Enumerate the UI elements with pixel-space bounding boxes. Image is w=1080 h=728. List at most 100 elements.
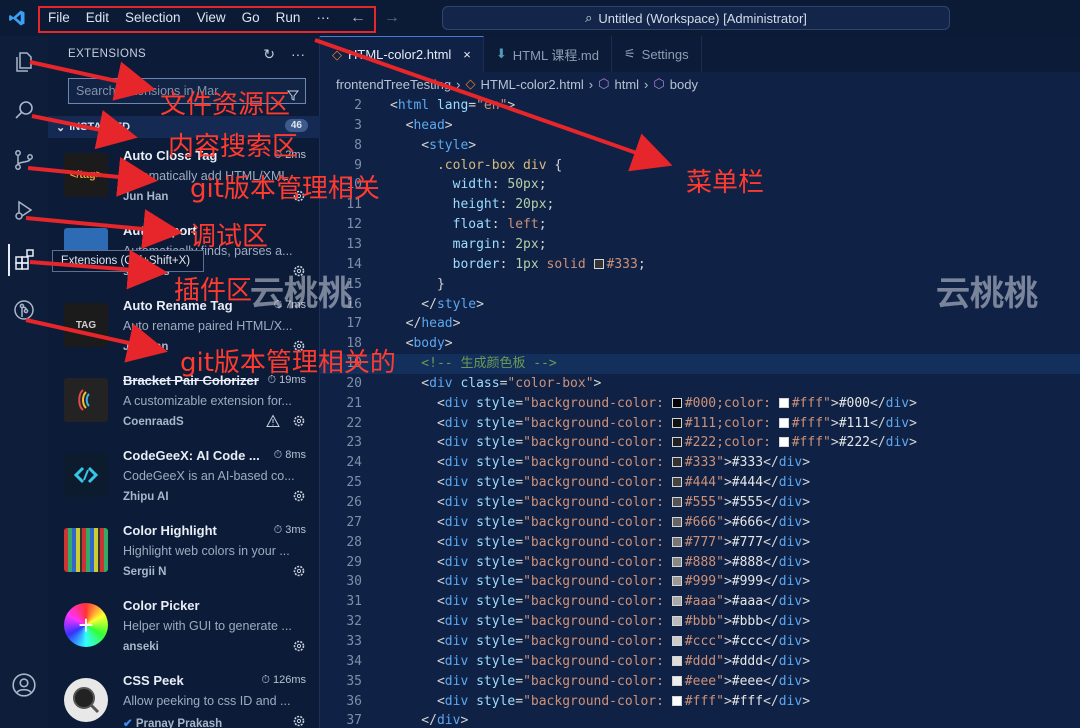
installed-section-header[interactable]: ⌄ INSTALLED 46 <box>48 116 320 138</box>
explorer-icon[interactable] <box>8 46 40 78</box>
menu-edit[interactable]: Edit <box>78 0 117 36</box>
breadcrumb-folder[interactable]: frontendTreeTesting <box>336 77 451 92</box>
extension-item[interactable]: Bracket Pair Colorizer ⏱ 19ms A customiz… <box>48 366 320 441</box>
code-line[interactable]: 13 margin: 2px; <box>320 235 1080 255</box>
code-line[interactable]: 32 <div style="background-color: #bbb">#… <box>320 612 1080 632</box>
extension-item[interactable]: + Color Picker Helper with GUI to genera… <box>48 591 320 666</box>
line-number: 23 <box>346 435 362 451</box>
gear-icon[interactable] <box>292 189 306 206</box>
color-swatch[interactable] <box>671 616 682 627</box>
menu-file[interactable]: File <box>40 0 78 36</box>
color-swatch[interactable] <box>671 477 682 488</box>
color-swatch[interactable] <box>671 437 682 448</box>
color-swatch[interactable] <box>593 258 604 269</box>
extension-item[interactable]: Color Highlight ⏱ 3ms Highlight web colo… <box>48 516 320 591</box>
menu-selection[interactable]: Selection <box>117 0 189 36</box>
code-line[interactable]: 16 </style> <box>320 295 1080 315</box>
gear-icon[interactable] <box>292 339 306 356</box>
filter-icon[interactable] <box>286 85 300 109</box>
code-line[interactable]: 33 <div style="background-color: #ccc">#… <box>320 632 1080 652</box>
color-swatch[interactable] <box>778 397 789 408</box>
code-line[interactable]: 26 <div style="background-color: #555">#… <box>320 493 1080 513</box>
extension-item[interactable]: </tag> Auto Close Tag ⏱ 2ms Automaticall… <box>48 141 320 216</box>
code-line[interactable]: 19 <!-- 生成颜色板 --> <box>320 354 1080 375</box>
breadcrumb-html[interactable]: html <box>614 77 639 92</box>
code-line[interactable]: 35 <div style="background-color: #eee">#… <box>320 672 1080 692</box>
gear-icon[interactable] <box>292 264 306 281</box>
gear-icon[interactable] <box>292 714 306 728</box>
color-swatch[interactable] <box>671 497 682 507</box>
close-icon[interactable]: × <box>463 47 471 62</box>
menu-view[interactable]: View <box>189 0 234 36</box>
color-swatch[interactable] <box>671 576 682 587</box>
code-line[interactable]: 25 <div style="background-color: #444">#… <box>320 473 1080 493</box>
command-center[interactable]: ⌕ Untitled (Workspace) [Administrator] <box>442 6 950 30</box>
code-line[interactable]: 28 <div style="background-color: #777">#… <box>320 533 1080 553</box>
code-line[interactable]: 17 </head> <box>320 314 1080 334</box>
gear-icon[interactable] <box>292 414 306 431</box>
more-actions-icon[interactable]: ··· <box>291 46 305 63</box>
code-line[interactable]: 8 <style> <box>320 136 1080 156</box>
code-line[interactable]: 24 <div style="background-color: #333">#… <box>320 453 1080 473</box>
color-swatch[interactable] <box>671 655 682 666</box>
color-swatch[interactable] <box>671 397 682 408</box>
code-line[interactable]: 27 <div style="background-color: #666">#… <box>320 513 1080 533</box>
tab-markdown[interactable]: ⬇ HTML 课程.md <box>484 36 612 72</box>
gear-icon[interactable] <box>292 564 306 581</box>
code-line[interactable]: 15 } <box>320 275 1080 295</box>
menu-more[interactable]: ··· <box>308 0 338 36</box>
color-swatch[interactable] <box>671 516 682 527</box>
code-line[interactable]: 18 <body> <box>320 334 1080 354</box>
color-swatch[interactable] <box>671 417 682 428</box>
code-line[interactable]: 11 height: 20px; <box>320 195 1080 215</box>
color-swatch[interactable] <box>671 695 682 706</box>
code-line[interactable]: 31 <div style="background-color: #aaa">#… <box>320 592 1080 612</box>
source-control-icon[interactable] <box>8 144 40 176</box>
code-line[interactable]: 12 float: left; <box>320 215 1080 235</box>
color-swatch[interactable] <box>671 635 682 646</box>
color-swatch[interactable] <box>671 457 682 468</box>
extensions-icon[interactable] <box>8 244 40 276</box>
color-swatch[interactable] <box>671 536 682 547</box>
gear-icon[interactable] <box>292 489 306 506</box>
code-editor[interactable]: 2 <html lang="en"> 3 <head> 8 <style> 9 .col… <box>320 96 1080 728</box>
git-graph-icon[interactable] <box>8 294 40 326</box>
code-line[interactable]: 34 <div style="background-color: #ddd">#… <box>320 652 1080 672</box>
gear-icon[interactable] <box>292 639 306 656</box>
back-arrow-icon[interactable]: ← <box>350 9 366 27</box>
run-debug-icon[interactable] <box>8 194 40 226</box>
breadcrumb-body[interactable]: body <box>670 77 698 92</box>
color-swatch[interactable] <box>671 556 682 567</box>
code-line[interactable]: 3 <head> <box>320 116 1080 136</box>
extension-item[interactable]: CodeGeeX: AI Code ... ⏱ 8ms CodeGeeX is … <box>48 441 320 516</box>
code-line[interactable]: 29 <div style="background-color: #888">#… <box>320 553 1080 573</box>
extension-item[interactable]: TAG Auto Rename Tag ⏱ 7ms Auto rename pa… <box>48 291 320 366</box>
code-line[interactable]: 20 <div class="color-box"> <box>320 374 1080 394</box>
code-line[interactable]: 21 <div style="background-color: #000;co… <box>320 394 1080 414</box>
menu-run[interactable]: Run <box>268 0 309 36</box>
extension-item[interactable]: CSS Peek ⏱ 126ms Allow peeking to css ID… <box>48 666 320 728</box>
color-swatch[interactable] <box>671 675 682 686</box>
code-line[interactable]: 2 <html lang="en"> <box>320 96 1080 116</box>
color-swatch[interactable] <box>671 596 682 607</box>
code-line[interactable]: 14 border: 1px solid #333; <box>320 255 1080 275</box>
breadcrumb-file[interactable]: HTML-color2.html <box>480 77 583 92</box>
extensions-search-input[interactable]: Search Extensions in Mar <box>68 78 306 104</box>
tab-html-color2[interactable]: ◇ HTML-color2.html × <box>320 36 484 72</box>
menu-go[interactable]: Go <box>234 0 268 36</box>
code-line[interactable]: 37 </div> <box>320 711 1080 728</box>
warning-icon[interactable] <box>266 414 280 431</box>
code-line[interactable]: 30 <div style="background-color: #999">#… <box>320 572 1080 592</box>
code-line[interactable]: 23 <div style="background-color: #222;co… <box>320 433 1080 453</box>
code-line[interactable]: 10 width: 50px; <box>320 175 1080 195</box>
refresh-icon[interactable]: ↻ <box>263 46 275 63</box>
color-swatch[interactable] <box>778 437 789 448</box>
account-icon[interactable] <box>8 669 40 701</box>
code-line[interactable]: 9 .color-box div { <box>320 156 1080 176</box>
code-line[interactable]: 36 <div style="background-color: #fff">#… <box>320 692 1080 712</box>
forward-arrow-icon[interactable]: → <box>384 9 400 27</box>
tab-settings[interactable]: ⚟ Settings <box>612 36 702 72</box>
search-icon[interactable] <box>8 94 40 126</box>
color-swatch[interactable] <box>778 417 789 428</box>
code-line[interactable]: 22 <div style="background-color: #111;co… <box>320 414 1080 434</box>
